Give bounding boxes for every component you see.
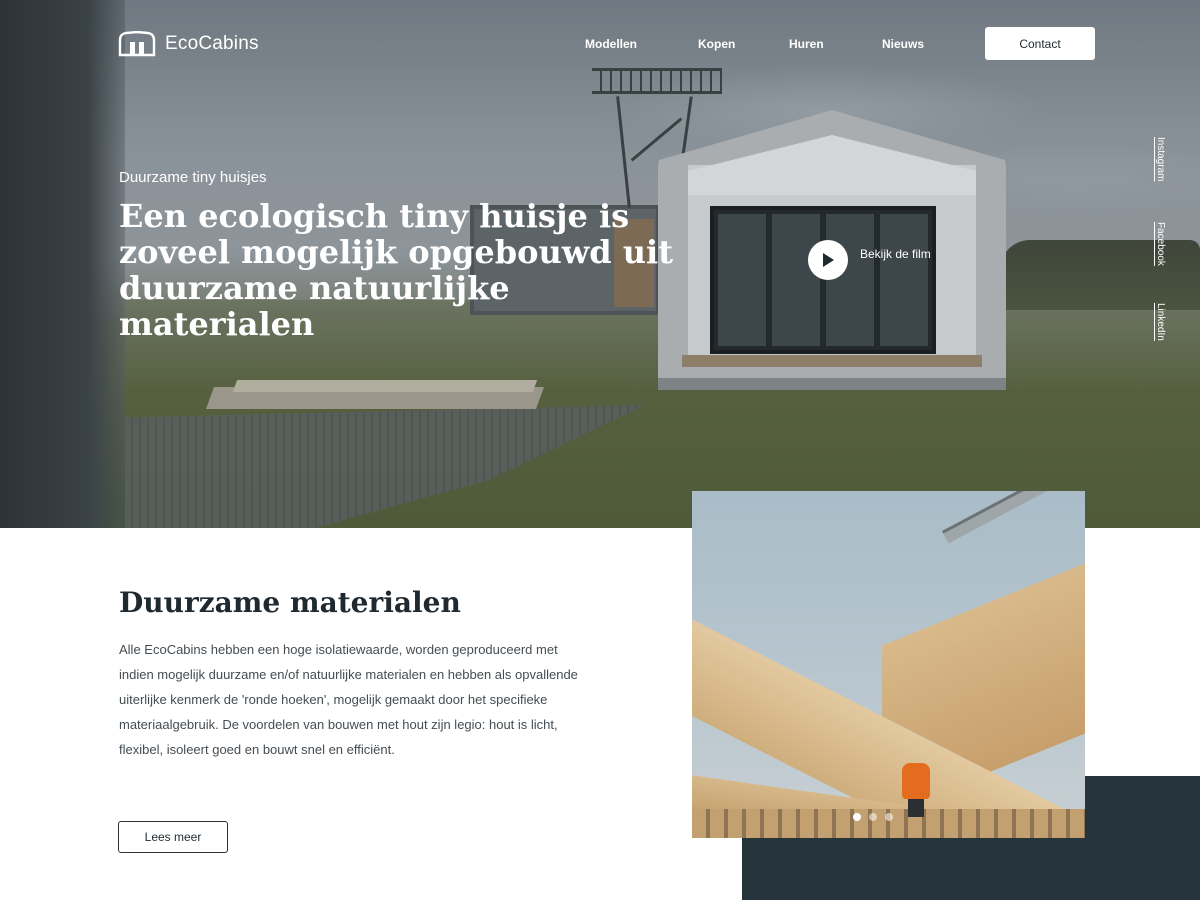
carousel-dot[interactable] [885,813,893,821]
read-more-button[interactable]: Lees meer [118,821,228,853]
hero-title: Een ecologisch tiny huisje is zoveel mog… [119,197,673,343]
social-linkedin[interactable]: LinkedIn [1155,303,1166,341]
social-instagram[interactable]: Instagram [1155,137,1166,181]
section-body: Alle EcoCabins hebben een hoge isolatiew… [119,642,578,757]
hero-trees [1000,240,1200,310]
cabin-logo-icon [118,31,156,57]
contact-button[interactable]: Contact [985,27,1095,60]
nav-item-kopen[interactable]: Kopen [698,37,735,51]
nav-item-huren[interactable]: Huren [789,37,824,51]
construction-photo [692,491,1085,838]
nav-item-modellen[interactable]: Modellen [585,37,637,51]
carousel-dots [853,813,893,821]
play-icon [823,253,834,267]
logo[interactable]: EcoCabins [117,31,259,57]
carousel-dot[interactable] [869,813,877,821]
hero-left-shade [0,0,125,528]
hero-eyebrow: Duurzame tiny huisjes [119,169,267,186]
nav-item-nieuws[interactable]: Nieuws [882,37,924,51]
social-facebook[interactable]: Facebook [1155,222,1166,266]
hero-plank [232,380,538,392]
section-title: Duurzame materialen [119,586,461,619]
carousel-dot[interactable] [853,813,861,821]
play-video-button[interactable] [808,240,848,280]
play-video-label[interactable]: Bekijk de film [860,247,931,261]
logo-text: EcoCabins [165,33,259,54]
